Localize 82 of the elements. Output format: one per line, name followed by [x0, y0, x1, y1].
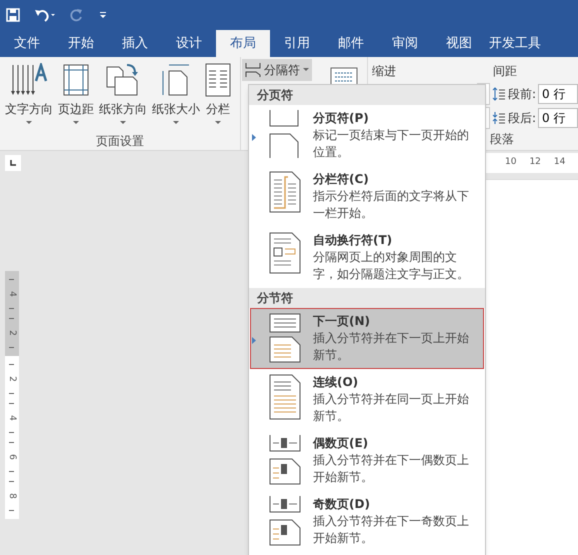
menu-item-description: 标记一页结束与下一页开始的位置。	[313, 127, 470, 161]
menu-item-title: 连续(O)	[313, 374, 360, 391]
menu-item[interactable]: 偶数页(E) 插入分节符并在下一偶数页上开始新节。	[250, 430, 484, 491]
paper-size-icon	[161, 63, 191, 97]
continuous-section-icon	[269, 374, 301, 420]
text-direction-icon	[9, 63, 49, 97]
caret-icon	[215, 121, 221, 125]
menu-section-header: 分节符	[249, 288, 485, 308]
caret-icon	[26, 121, 32, 125]
ruler-number: 4	[7, 291, 17, 297]
menu-item-title: 奇数页(D)	[313, 496, 371, 513]
spacing-label: 间距	[492, 63, 517, 80]
spacing-field[interactable]: 0 行	[538, 84, 578, 104]
caret-icon	[303, 68, 310, 72]
menu-item-title: 分页符(P)	[313, 110, 370, 127]
menu-item-title: 下一页(N)	[313, 313, 372, 330]
ruler-number: 6	[7, 454, 17, 460]
caret-icon	[173, 121, 179, 125]
menu-section-header: 分页符	[249, 85, 485, 105]
odd-page-section-icon	[269, 496, 301, 546]
column-break-icon	[269, 171, 301, 213]
caret-icon	[120, 121, 126, 125]
menu-item[interactable]: 分页符(P) 标记一页结束与下一页开始的位置。	[250, 105, 484, 166]
ruler-number: 14	[554, 156, 566, 170]
spacing-before-icon	[492, 87, 506, 101]
menu-item-title: 偶数页(E)	[313, 435, 370, 452]
columns-icon	[205, 63, 231, 97]
indent-label: 缩进	[372, 63, 397, 80]
ruler-number: 2	[7, 330, 17, 336]
spacing-field-label: 段前:	[508, 86, 536, 103]
tab-stop-icon	[10, 160, 16, 166]
ribbon-button[interactable]: 纸张方向	[98, 61, 148, 125]
spacing-after-icon	[492, 111, 506, 125]
ruler-number: 8	[7, 493, 17, 499]
menu-item-description: 插入分节符并在下一页上开始新节。	[313, 330, 470, 364]
tab-selector[interactable]	[5, 155, 21, 171]
ruler-number: 4	[7, 415, 17, 421]
menu-item[interactable]: 连续(O) 插入分节符并在同一页上开始新节。	[250, 369, 484, 430]
menu-item-title: 分栏符(C)	[313, 171, 370, 188]
group-label: 段落	[490, 131, 514, 148]
text-wrapping-break-icon	[269, 232, 301, 274]
ruler-number: 10	[505, 156, 516, 170]
ribbon-button[interactable]: 文字方向	[4, 61, 54, 125]
ribbon-tab[interactable]: 审阅	[378, 30, 432, 57]
ruler-number: 2	[7, 376, 17, 382]
next-page-section-icon	[269, 313, 301, 363]
margins-icon	[62, 63, 90, 97]
menu-item-description: 指示分栏符后面的文字将从下一栏开始。	[313, 188, 470, 222]
menu-item-description: 插入分节符并在下一奇数页上开始新节。	[313, 513, 470, 547]
menu-item-description: 分隔网页上的对象周围的文字，如分隔题注文字与正文。	[313, 249, 470, 283]
menu-item-description: 插入分节符并在同一页上开始新节。	[313, 391, 470, 425]
menu-item[interactable]: 下一页(N) 插入分节符并在下一页上开始新节。	[250, 308, 484, 369]
menu-item-title: 自动换行符(T)	[313, 232, 394, 249]
spacing-field[interactable]: 0 行	[538, 108, 578, 128]
save-icon[interactable]	[6, 8, 20, 22]
ribbon-button[interactable]: 分栏	[204, 61, 232, 125]
menu-item-description: 插入分节符并在下一偶数页上开始新节。	[313, 452, 470, 486]
customize-icon[interactable]	[98, 10, 108, 20]
ribbon-tab[interactable]: 邮件	[324, 30, 378, 57]
menu-item[interactable]: 自动换行符(T) 分隔网页上的对象周围的文字，如分隔题注文字与正文。	[250, 227, 484, 288]
menu-item[interactable]: 奇数页(D) 插入分节符并在下一奇数页上开始新节。	[250, 491, 484, 552]
breaks-button[interactable]: 分隔符	[242, 59, 312, 81]
ribbon-tab[interactable]: 文件	[0, 30, 54, 57]
ribbon-button[interactable]: 纸张大小	[151, 61, 201, 125]
ruler-number: 12	[529, 156, 541, 170]
ribbon-tab[interactable]: 引用	[270, 30, 324, 57]
undo-icon[interactable]	[34, 8, 56, 22]
orientation-icon	[105, 63, 141, 97]
ribbon-tab[interactable]: 视图	[432, 30, 486, 57]
ribbon-button[interactable]: 页边距	[57, 61, 95, 125]
ribbon-tab[interactable]: 布局	[216, 30, 270, 57]
page-break-icon	[269, 110, 301, 158]
even-page-section-icon	[269, 435, 301, 485]
menu-item[interactable]: 分栏符(C) 指示分栏符后面的文字将从下一栏开始。	[250, 166, 484, 227]
ribbon-tab[interactable]: 插入	[108, 30, 162, 57]
breaks-icon	[245, 63, 262, 77]
group-label: 页面设置	[96, 133, 144, 150]
caret-icon	[73, 121, 79, 125]
ribbon-tab[interactable]: 设计	[162, 30, 216, 57]
spacing-field-label: 段后:	[508, 110, 536, 127]
ribbon-tab[interactable]: 开发工具	[486, 30, 544, 57]
ribbon-tab[interactable]: 开始	[54, 30, 108, 57]
